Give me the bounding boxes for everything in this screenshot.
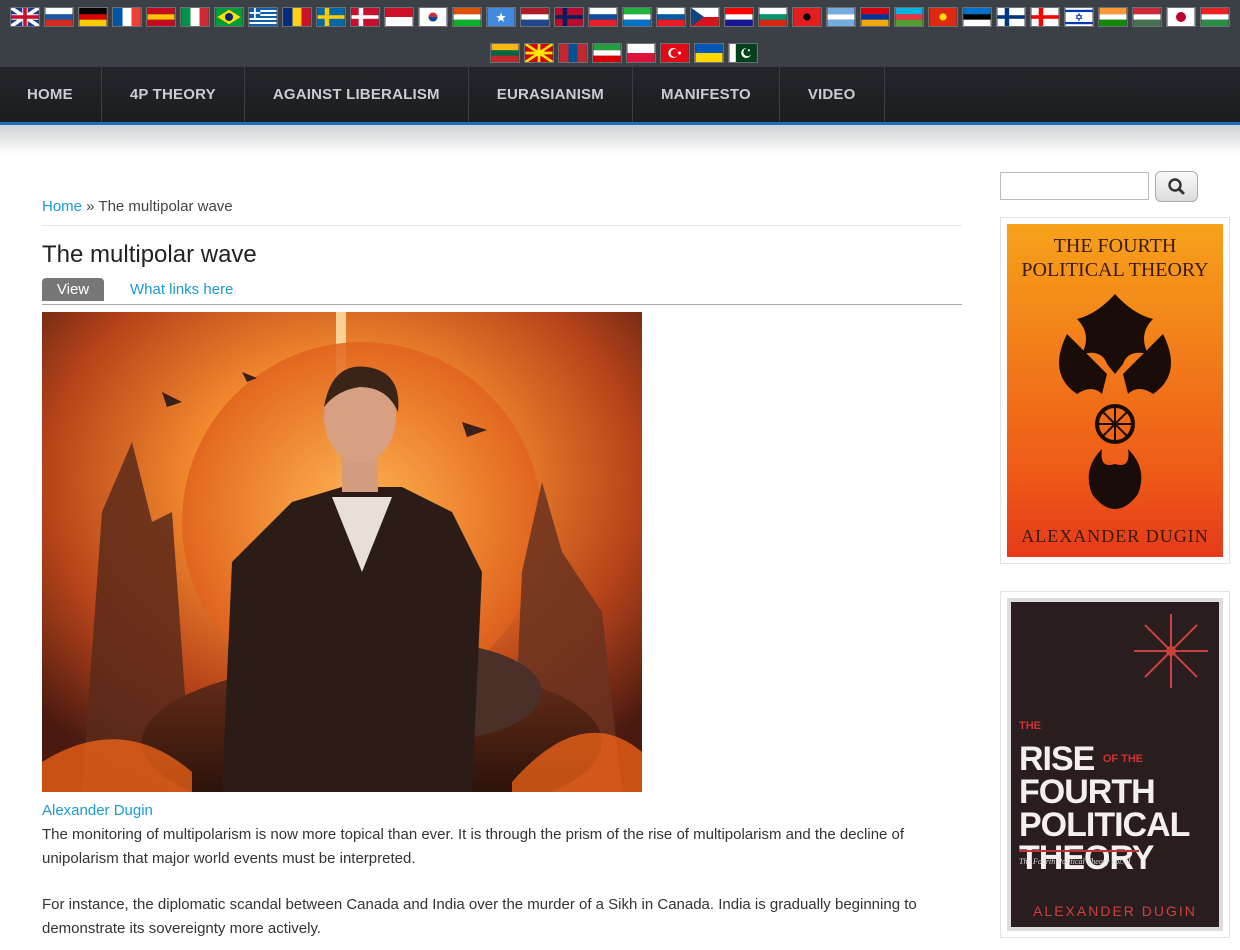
argentina-flag[interactable] bbox=[826, 7, 856, 27]
armenia-flag[interactable] bbox=[860, 7, 890, 27]
kurdistan-flag[interactable] bbox=[1200, 7, 1230, 27]
book-author: ALEXANDER DUGIN bbox=[1033, 903, 1197, 919]
china-flag[interactable] bbox=[928, 7, 958, 27]
italy-flag[interactable] bbox=[180, 7, 210, 27]
book-cover: THE FOURTH POLITICAL THEORY ALEXANDER DU… bbox=[1007, 224, 1223, 557]
france-flag[interactable] bbox=[112, 7, 142, 27]
bulgaria-flag[interactable] bbox=[758, 7, 788, 27]
search-input[interactable] bbox=[1000, 172, 1149, 200]
phoenix-icon bbox=[1059, 294, 1171, 509]
breadcrumb-separator: » bbox=[82, 198, 99, 215]
turkey-flag[interactable] bbox=[660, 43, 690, 63]
pakistan-flag[interactable] bbox=[728, 43, 758, 63]
uk-flag[interactable] bbox=[10, 7, 40, 27]
greece-flag[interactable] bbox=[248, 7, 278, 27]
albania-flag[interactable] bbox=[792, 7, 822, 27]
poland-flag[interactable] bbox=[626, 43, 656, 63]
search-button[interactable] bbox=[1155, 171, 1198, 202]
netherlands-flag[interactable] bbox=[520, 7, 550, 27]
article-illustration bbox=[42, 312, 642, 792]
estonia-flag[interactable] bbox=[962, 7, 992, 27]
russia-flag[interactable] bbox=[44, 7, 74, 27]
main-navigation: HOME 4P THEORY AGAINST LIBERALISM EURASI… bbox=[0, 67, 1240, 125]
iran-flag[interactable] bbox=[592, 43, 622, 63]
croatia-flag[interactable] bbox=[724, 7, 754, 27]
book-rise-of-fourth-political-theory[interactable]: THE RISE OF THE FOURTH POLITICAL THEORY … bbox=[1000, 591, 1230, 938]
somalia-flag[interactable] bbox=[486, 7, 516, 27]
header-shadow bbox=[0, 125, 1240, 155]
slovenia-flag[interactable] bbox=[656, 7, 686, 27]
norway-flag[interactable] bbox=[554, 7, 584, 27]
article-paragraph: The monitoring of multipolarism is now m… bbox=[42, 826, 905, 867]
finland-flag[interactable] bbox=[996, 7, 1026, 27]
book-title-fourth: FOURTH bbox=[1019, 773, 1156, 811]
mongolia-flag[interactable] bbox=[558, 43, 588, 63]
author-link[interactable]: Alexander Dugin bbox=[42, 802, 153, 819]
flag-row-1 bbox=[10, 7, 1230, 27]
tab-view[interactable]: View bbox=[42, 278, 104, 301]
hungary-flag[interactable] bbox=[1132, 7, 1162, 27]
germany-flag[interactable] bbox=[78, 7, 108, 27]
book-author: ALEXANDER DUGIN bbox=[1021, 526, 1209, 546]
south-korea-flag[interactable] bbox=[418, 7, 448, 27]
nav-video[interactable]: VIDEO bbox=[780, 67, 885, 122]
denmark-flag[interactable] bbox=[350, 7, 380, 27]
book-fourth-political-theory[interactable]: THE FOURTH POLITICAL THEORY ALEXANDER DU… bbox=[1000, 217, 1230, 564]
flag-row-2 bbox=[490, 43, 758, 63]
lithuania-flag[interactable] bbox=[490, 43, 520, 63]
nav-against-liberalism[interactable]: AGAINST LIBERALISM bbox=[245, 67, 469, 122]
book-title-of-the: OF THE bbox=[1102, 753, 1144, 765]
nav-manifesto[interactable]: MANIFESTO bbox=[633, 67, 780, 122]
breadcrumb-home-link[interactable]: Home bbox=[42, 198, 82, 215]
book-title-rule bbox=[1019, 850, 1139, 852]
breadcrumb-current: The multipolar wave bbox=[98, 198, 233, 215]
breadcrumb-divider bbox=[42, 225, 962, 226]
sierra-leone-flag[interactable] bbox=[622, 7, 652, 27]
article-image bbox=[42, 312, 642, 792]
indonesia-flag[interactable] bbox=[384, 7, 414, 27]
brazil-flag[interactable] bbox=[214, 7, 244, 27]
page-title: The multipolar wave bbox=[42, 241, 257, 268]
tab-what-links-here[interactable]: What links here bbox=[130, 281, 233, 298]
azerbaijan-flag[interactable] bbox=[894, 7, 924, 27]
india-flag[interactable] bbox=[1098, 7, 1128, 27]
ukraine-flag[interactable] bbox=[694, 43, 724, 63]
book-cover: THE RISE OF THE FOURTH POLITICAL THEORY … bbox=[1007, 598, 1223, 931]
book-subtitle: The Fourth Political Theory vol. II bbox=[1019, 857, 1131, 866]
breadcrumb: Home » The multipolar wave bbox=[42, 198, 233, 215]
book-title-the: THE bbox=[1019, 720, 1041, 732]
chaos-star-icon bbox=[1134, 614, 1208, 688]
language-flag-bar bbox=[0, 0, 1240, 67]
nav-eurasianism[interactable]: EURASIANISM bbox=[469, 67, 633, 122]
japan-flag[interactable] bbox=[1166, 7, 1196, 27]
content-tabs: View What links here bbox=[42, 278, 962, 305]
niger-flag[interactable] bbox=[452, 7, 482, 27]
spain-flag[interactable] bbox=[146, 7, 176, 27]
macedonia-flag[interactable] bbox=[524, 43, 554, 63]
article-paragraph: For instance, the diplomatic scandal bet… bbox=[42, 896, 917, 937]
georgia-flag[interactable] bbox=[1030, 7, 1060, 27]
search-icon bbox=[1168, 178, 1185, 195]
israel-flag[interactable] bbox=[1064, 7, 1094, 27]
nav-home[interactable]: HOME bbox=[0, 67, 102, 122]
book-title-political: POLITICAL bbox=[1019, 806, 1190, 844]
slovakia-flag[interactable] bbox=[588, 7, 618, 27]
sweden-flag[interactable] bbox=[316, 7, 346, 27]
romania-flag[interactable] bbox=[282, 7, 312, 27]
czech-flag[interactable] bbox=[690, 7, 720, 27]
nav-4p-theory[interactable]: 4P THEORY bbox=[102, 67, 245, 122]
